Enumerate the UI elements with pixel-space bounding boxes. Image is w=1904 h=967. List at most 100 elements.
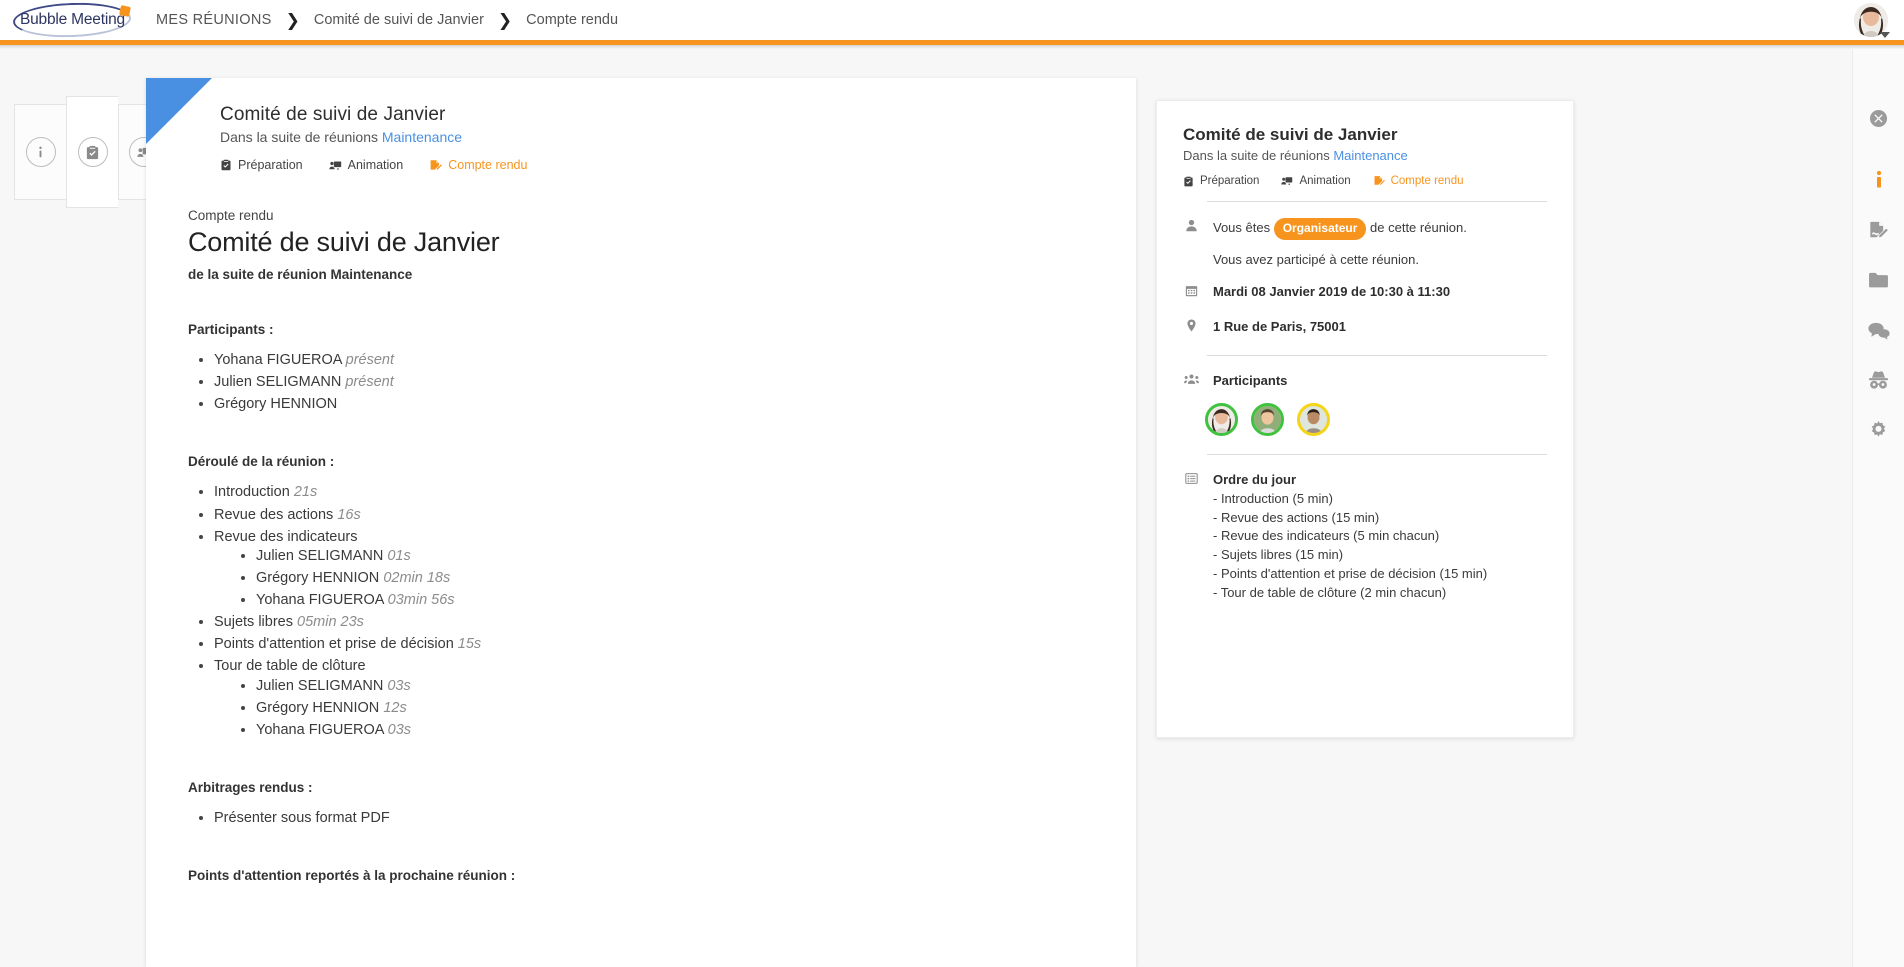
agenda-heading: Déroulé de la réunion : bbox=[188, 454, 335, 470]
info-icon bbox=[25, 137, 56, 167]
list-item: Yohana FIGUEROA 03min 56s bbox=[256, 591, 1072, 610]
divider bbox=[1207, 453, 1547, 455]
rail-chat-button[interactable] bbox=[1866, 317, 1892, 343]
agenda-label: Julien SELIGMANN bbox=[256, 677, 384, 694]
card-subtitle-link[interactable]: Maintenance bbox=[382, 129, 462, 145]
user-menu[interactable] bbox=[1854, 3, 1890, 38]
meeting-info-panel: Comité de suivi de Janvier Dans la suite… bbox=[1156, 100, 1574, 738]
date-row: Mardi 08 Janvier 2019 de 10:30 à 11:30 bbox=[1183, 283, 1547, 302]
agenda-line: - Sujets libres (15 min) bbox=[1213, 547, 1344, 563]
breadcrumb-item-report[interactable]: Compte rendu bbox=[518, 12, 626, 28]
app-logo[interactable]: Bubble Meeting bbox=[8, 0, 136, 40]
list-item: Grégory HENNION bbox=[214, 395, 1072, 414]
panel-tab-preparation[interactable]: Préparation bbox=[1183, 175, 1259, 187]
breadcrumb-item-meetings[interactable]: MES RÉUNIONS bbox=[148, 12, 280, 28]
logo-accent-dot-icon bbox=[119, 5, 131, 17]
agenda-duration: 03min 56s bbox=[387, 592, 455, 608]
panel-subtitle-link[interactable]: Maintenance bbox=[1333, 148, 1407, 163]
clipboard-check-icon bbox=[77, 137, 108, 167]
chevron-right-icon: ❯ bbox=[285, 10, 300, 30]
agenda-duration: 02min 18s bbox=[383, 569, 451, 586]
agenda-line: - Introduction (5 min) bbox=[1213, 490, 1333, 506]
card-subtitle-prefix: Dans la suite de réunions bbox=[220, 129, 382, 145]
corner-flag-icon bbox=[146, 78, 212, 144]
agenda-line: - Tour de table de clôture (2 min chacun… bbox=[1213, 584, 1447, 600]
participants-list: Yohana FIGUEROA présent Julien SELIGMANN… bbox=[188, 351, 1072, 414]
divider bbox=[1207, 355, 1547, 357]
agenda-line: - Revue des actions (15 min) bbox=[1213, 509, 1380, 525]
calendar-icon bbox=[1183, 283, 1199, 297]
panel-title: Comité de suivi de Janvier bbox=[1183, 125, 1398, 144]
sidebar-tab-preparation[interactable] bbox=[66, 96, 118, 208]
sidebar-tab-info[interactable] bbox=[14, 104, 66, 200]
panel-tab-compte-rendu-label: Compte rendu bbox=[1390, 175, 1464, 187]
rail-documents-button[interactable] bbox=[1866, 267, 1892, 293]
breadcrumb: MES RÉUNIONS ❯ Comité de suivi de Janvie… bbox=[148, 12, 626, 29]
avatar[interactable] bbox=[1205, 402, 1238, 436]
avatar[interactable] bbox=[1251, 402, 1284, 436]
agenda-label: Grégory HENNION bbox=[256, 699, 380, 716]
list-item: Sujets libres 05min 23s bbox=[214, 613, 1072, 632]
location-text: 1 Rue de Paris, 75001 bbox=[1213, 319, 1346, 335]
tab-preparation[interactable]: Préparation bbox=[220, 158, 303, 172]
breadcrumb-item-meeting[interactable]: Comité de suivi de Janvier bbox=[306, 12, 492, 28]
participants-label: Participants bbox=[1213, 373, 1288, 389]
list-item: Introduction 21s bbox=[214, 483, 1072, 502]
agenda-row: Ordre du jour - Introduction (5 min) - R… bbox=[1183, 471, 1547, 603]
list-item: Revue des indicateurs Julien SELIGMANN 0… bbox=[214, 528, 1072, 611]
avatar[interactable] bbox=[1297, 402, 1330, 436]
role-prefix: Vous êtes bbox=[1213, 220, 1274, 235]
clipboard-check-icon bbox=[220, 159, 232, 171]
agenda-line: - Revue des indicateurs (5 min chacun) bbox=[1213, 528, 1440, 544]
rail-anonymous-button[interactable] bbox=[1866, 367, 1892, 393]
panel-tabs: Préparation Animation Compte rendu bbox=[1183, 175, 1547, 187]
rail-settings-button[interactable] bbox=[1866, 417, 1892, 443]
panel-tab-animation[interactable]: Animation bbox=[1281, 175, 1351, 187]
participant-name: Grégory HENNION bbox=[214, 396, 338, 413]
presentation-icon bbox=[328, 159, 342, 172]
list-item: Grégory HENNION 02min 18s bbox=[256, 569, 1072, 588]
bubble-logo-icon: Bubble Meeting bbox=[12, 0, 132, 40]
people-group-icon bbox=[1183, 372, 1199, 386]
panel-tab-compte-rendu[interactable]: Compte rendu bbox=[1373, 175, 1464, 187]
participant-status: présent bbox=[345, 352, 395, 368]
agenda-duration: 03s bbox=[387, 721, 412, 738]
agenda-duration: 03s bbox=[387, 677, 411, 694]
panel-subtitle-prefix: Dans la suite de réunions bbox=[1183, 148, 1334, 163]
report-card: Comité de suivi de Janvier Dans la suite… bbox=[146, 78, 1136, 967]
agenda-label: Points d'attention et prise de décision bbox=[214, 636, 454, 653]
participants-avatars bbox=[1205, 402, 1547, 436]
tab-compte-rendu[interactable]: Compte rendu bbox=[429, 158, 527, 172]
right-icon-rail bbox=[1852, 49, 1904, 967]
close-panel-button[interactable] bbox=[1866, 105, 1892, 131]
participant-name: Yohana FIGUEROA bbox=[214, 352, 342, 368]
card-subtitle: Dans la suite de réunions Maintenance bbox=[220, 129, 1136, 145]
list-item: Grégory HENNION 12s bbox=[256, 699, 1072, 718]
tab-preparation-label: Préparation bbox=[238, 158, 303, 172]
rail-report-button[interactable] bbox=[1866, 217, 1892, 243]
participants-heading: Participants : bbox=[188, 322, 274, 337]
agenda-label: Tour de table de clôture bbox=[214, 658, 366, 675]
agenda-label: Yohana FIGUEROA bbox=[256, 721, 384, 738]
agenda-line: - Points d'attention et prise de décisio… bbox=[1213, 566, 1488, 582]
list-item: Points d'attention et prise de décision … bbox=[214, 635, 1072, 654]
tab-compte-rendu-label: Compte rendu bbox=[448, 158, 528, 172]
divider bbox=[1207, 201, 1547, 202]
list-item: Revue des actions 16s bbox=[214, 506, 1072, 525]
arbitrages-list: Présenter sous format PDF bbox=[188, 809, 1072, 828]
participant-status: présent bbox=[345, 374, 394, 391]
agenda-duration: 16s bbox=[337, 506, 361, 523]
report-document: Compte rendu Comité de suivi de Janvier … bbox=[146, 172, 1136, 883]
agenda-sublist: Julien SELIGMANN 01s Grégory HENNION 02m… bbox=[214, 547, 1072, 610]
agenda-sublist: Julien SELIGMANN 03s Grégory HENNION 12s… bbox=[214, 677, 1072, 740]
panel-tab-preparation-label: Préparation bbox=[1200, 175, 1260, 187]
list-item: Julien SELIGMANN 03s bbox=[256, 677, 1072, 696]
report-edit-icon bbox=[1373, 175, 1385, 187]
accent-rule bbox=[0, 40, 1904, 45]
tab-animation[interactable]: Animation bbox=[328, 158, 403, 172]
list-icon bbox=[1183, 471, 1199, 485]
agenda-label: Introduction bbox=[214, 484, 290, 501]
status-badge: Organisateur bbox=[1273, 218, 1367, 241]
document-title: Comité de suivi de Janvier bbox=[188, 227, 500, 257]
rail-info-button[interactable] bbox=[1866, 167, 1892, 193]
